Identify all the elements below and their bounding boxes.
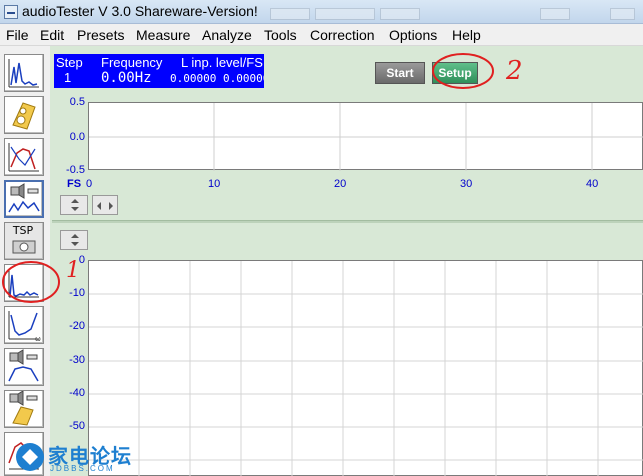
top-plot-scroll-spinner[interactable] [92, 195, 118, 215]
menu-correction[interactable]: Correction [310, 27, 375, 43]
speaker-box-icon [12, 102, 36, 130]
bottom-plot-y-tick: -30 [69, 354, 85, 366]
frequency-response-icon [8, 143, 39, 172]
impedance-icon: ω [8, 311, 41, 343]
menu-presets[interactable]: Presets [77, 27, 124, 43]
background-window-tab [380, 8, 420, 20]
spinner-up-icon[interactable] [71, 199, 79, 203]
bottom-plot-y-tick: -40 [69, 387, 85, 399]
menu-file[interactable]: File [6, 27, 29, 43]
level-label: L inp. level/FS [181, 55, 263, 70]
frequency-response-tool-button[interactable] [4, 138, 44, 176]
time-domain-plot [88, 102, 643, 171]
frequency-value: 0.00Hz [101, 70, 152, 86]
spectrum-tool-button[interactable] [4, 54, 44, 92]
top-plot-x-tick: 10 [208, 178, 221, 190]
setup-button[interactable]: Setup [432, 62, 478, 84]
step-label: Step [56, 55, 83, 70]
spinner-down-icon[interactable] [71, 242, 79, 246]
scroll-right-icon[interactable] [109, 202, 113, 210]
title-bar: audioTester V 3.0 Shareware-Version! [0, 0, 643, 24]
frequency-domain-plot [88, 260, 643, 476]
speaker-bandpass-tool-button[interactable] [4, 348, 44, 386]
panel-splitter[interactable] [52, 220, 643, 223]
svg-text:ω: ω [35, 335, 41, 343]
menu-options[interactable]: Options [389, 27, 437, 43]
top-plot-y-tick: -0.5 [66, 164, 85, 176]
frequency-domain-grid [89, 261, 643, 476]
bottom-plot-y-tick: -20 [69, 320, 85, 332]
time-domain-grid [89, 103, 643, 171]
spinner-up-icon[interactable] [71, 234, 79, 238]
menu-help[interactable]: Help [452, 27, 481, 43]
spinner-down-icon[interactable] [71, 207, 79, 211]
top-plot-y-tick: 0.5 [69, 96, 85, 108]
menu-bar: File Edit Presets Measure Analyze Tools … [0, 24, 643, 46]
menu-edit[interactable]: Edit [40, 27, 64, 43]
menu-tools[interactable]: Tools [264, 27, 297, 43]
annotation-number-1: 1 [66, 258, 80, 283]
watermark-logo: 家电论坛 JDBBS.COM [14, 440, 144, 476]
scroll-left-icon[interactable] [97, 202, 101, 210]
impedance-tool-button[interactable]: ω [4, 306, 44, 344]
speaker-sweep-tool-button[interactable] [4, 180, 44, 218]
top-plot-x-tick: 30 [460, 178, 473, 190]
background-window-tab [540, 8, 570, 20]
fft-spectrum-icon [8, 269, 39, 298]
bottom-plot-zoom-spinner[interactable] [60, 230, 88, 250]
measurement-status-panel: Step 1 Frequency 0.00Hz L inp. level/FS … [54, 54, 264, 88]
speaker-bandpass-icon [8, 349, 39, 382]
speaker-sweep-icon [8, 183, 40, 213]
top-plot-zoom-spinner[interactable] [60, 195, 88, 215]
fft-spectrum-tool-button[interactable] [4, 264, 44, 302]
watermark-emblem-icon [16, 443, 44, 471]
frequency-label: Frequency [101, 55, 163, 70]
menu-analyze[interactable]: Analyze [202, 27, 252, 43]
tsp-label: TSP [12, 224, 34, 237]
annotation-number-2: 2 [506, 56, 523, 86]
menu-measure[interactable]: Measure [136, 27, 190, 43]
bottom-plot-y-tick: -50 [69, 420, 85, 432]
background-window-tab [315, 8, 375, 20]
watermark-subtext: JDBBS.COM [50, 464, 115, 473]
background-window-tab [270, 8, 310, 20]
bottom-plot-y-tick: -10 [69, 287, 85, 299]
step-value: 1 [64, 70, 72, 85]
tsp-tool-button[interactable]: TSP [4, 222, 44, 260]
speaker-box-tool-button[interactable] [4, 96, 44, 134]
top-plot-x-tick: 20 [334, 178, 347, 190]
window-title: audioTester V 3.0 Shareware-Version! [22, 3, 258, 19]
top-plot-x-tick: 40 [586, 178, 599, 190]
speaker-enclosure-tool-button[interactable] [4, 390, 44, 428]
top-plot-y-tick: 0.0 [69, 131, 85, 143]
background-window-tab [610, 8, 635, 20]
app-icon [4, 5, 18, 19]
start-button[interactable]: Start [375, 62, 425, 84]
spectrum-icon [8, 59, 39, 88]
x-axis-unit: FS [67, 178, 82, 190]
top-plot-x-tick: 0 [86, 178, 93, 190]
speaker-enclosure-icon [9, 391, 38, 426]
level-value: 0.00000 0.00000 [170, 72, 264, 85]
